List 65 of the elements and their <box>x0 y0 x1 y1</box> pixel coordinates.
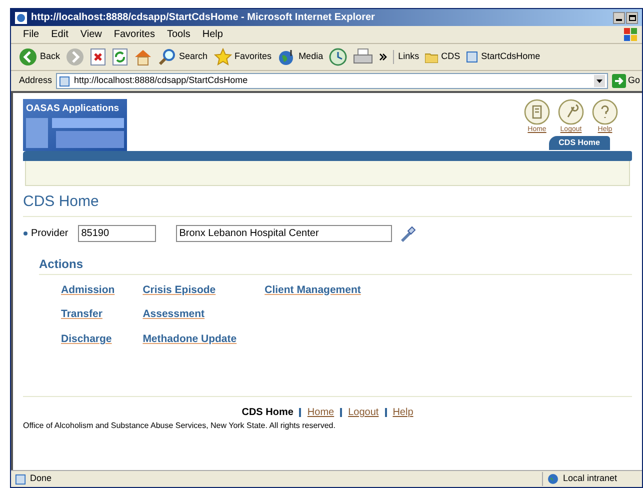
action-link[interactable]: Assessment <box>142 307 237 323</box>
globe-icon <box>278 48 296 66</box>
address-label: Address <box>19 74 52 88</box>
window-title: http://localhost:8888/cdsapp/StartCdsHome - Microsoft Internet Explorer <box>31 11 376 25</box>
toolbar-button[interactable]: Favorites <box>214 48 272 66</box>
browser-icon <box>15 12 27 24</box>
question-mark-icon <box>592 99 618 125</box>
maximize-button[interactable] <box>626 12 638 24</box>
house-icon <box>134 48 152 66</box>
toolbar-button[interactable] <box>134 48 152 66</box>
globe-icon <box>547 473 559 485</box>
toolbar-button[interactable]: Search <box>158 48 208 66</box>
minimize-button[interactable] <box>613 12 625 24</box>
tab[interactable]: CDS Home <box>548 136 610 150</box>
toolbar-button[interactable] <box>353 48 374 66</box>
chevron-icon <box>379 53 388 61</box>
action-link[interactable]: Admission <box>61 282 115 298</box>
provider-id-field[interactable]: 85190 <box>78 225 156 242</box>
action-link[interactable]: Methadone Update <box>142 332 237 348</box>
address-field[interactable]: http://localhost:8888/cdsapp/StartCdsHome <box>56 73 608 89</box>
menu-item[interactable]: Tools <box>166 27 190 42</box>
menu-item[interactable]: Edit <box>51 27 68 42</box>
links-item[interactable]: StartCdsHome <box>466 50 540 64</box>
menu-item[interactable]: File <box>23 27 40 42</box>
footer-link[interactable]: Logout <box>348 405 379 420</box>
brand-logo: OASAS Applications <box>23 99 127 151</box>
section-title: Actions <box>39 254 632 274</box>
page-title: CDS Home <box>23 191 632 216</box>
page-icon <box>15 474 26 484</box>
clock-icon <box>329 48 348 66</box>
menu-item[interactable]: View <box>80 27 102 42</box>
action-link[interactable]: Transfer <box>61 307 115 323</box>
toolbar-button[interactable] <box>329 48 348 66</box>
toolbar-button[interactable] <box>112 48 128 66</box>
footer-current: CDS Home <box>242 406 294 420</box>
refresh-icon <box>112 48 128 66</box>
links-label: Links <box>393 50 420 64</box>
copyright-text: Office of Alcoholism and Substance Abuse Services, New York State. All rights reserved. <box>23 420 336 432</box>
action-link[interactable]: Client Management <box>264 282 361 298</box>
folder-icon <box>425 52 438 62</box>
key-icon <box>558 99 584 125</box>
star-icon <box>214 48 232 66</box>
action-link[interactable]: Crisis Episode <box>142 282 237 298</box>
printer-icon <box>353 48 374 66</box>
search-icon <box>158 48 176 66</box>
menu-item[interactable]: Help <box>202 27 223 42</box>
go-button[interactable]: Go <box>612 74 640 88</box>
footer-link[interactable]: Home <box>307 405 334 420</box>
toolbar-button[interactable] <box>90 48 106 66</box>
page-icon <box>466 51 478 63</box>
links-item[interactable]: CDS <box>425 50 460 64</box>
toolbar-button[interactable]: Back <box>19 48 60 66</box>
footer-link[interactable]: Help <box>392 405 414 420</box>
toolbar-button[interactable]: Media <box>278 48 324 66</box>
document-icon <box>524 99 550 125</box>
zone-text: Local intranet <box>563 472 618 486</box>
action-link[interactable]: Discharge <box>61 332 115 348</box>
menu-item[interactable]: Favorites <box>114 27 155 42</box>
status-text: Done <box>30 472 52 486</box>
arrow-icon <box>612 74 626 88</box>
provider-name-field[interactable]: Bronx Lebanon Hospital Center <box>176 225 392 242</box>
page-icon <box>59 76 70 86</box>
windows-logo-icon <box>624 28 638 42</box>
stop-icon <box>90 48 106 66</box>
field-label: Provider <box>31 227 68 241</box>
